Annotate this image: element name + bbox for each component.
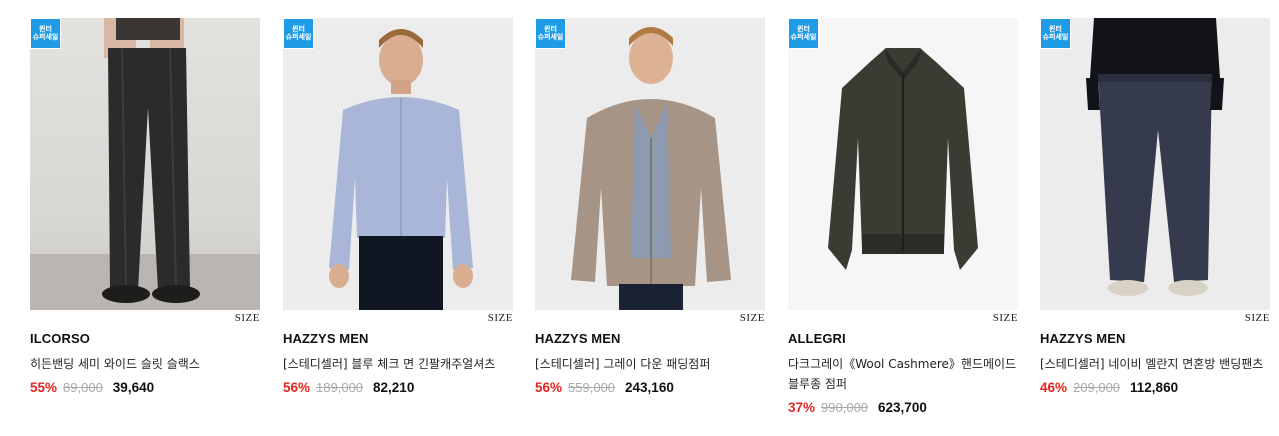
product-image[interactable]: 윈터 슈퍼세일 (30, 18, 260, 310)
price-row: 55% 89,000 39,640 (30, 380, 260, 395)
slacks-photo (30, 18, 260, 310)
product-grid: 윈터 슈퍼세일 SIZE ILCORSO 히든밴딩 세미 와이드 슬릿 슬랙스 5… (0, 0, 1279, 436)
product-image[interactable]: 윈터 슈퍼세일 (535, 18, 765, 310)
product-image[interactable]: 윈터 슈퍼세일 (283, 18, 513, 310)
brand-name[interactable]: HAZZYS MEN (535, 331, 765, 346)
winter-sale-badge: 윈터 슈퍼세일 (788, 18, 819, 49)
brand-name[interactable]: ALLEGRI (788, 331, 1018, 346)
product-card[interactable]: 윈터 슈퍼세일 SIZE ILCORSO 히든밴딩 세미 와이드 슬릿 슬랙스 5… (30, 18, 260, 395)
winter-sale-badge: 윈터 슈퍼세일 (535, 18, 566, 49)
size-link[interactable]: SIZE (788, 312, 1018, 326)
price-row: 56% 189,000 82,210 (283, 380, 513, 395)
original-price: 209,000 (1073, 380, 1121, 395)
product-card[interactable]: 윈터 슈퍼세일 SIZE HAZZYS MEN [스테디셀러] 네이비 멜란지 면… (1040, 18, 1270, 395)
brand-name[interactable]: HAZZYS MEN (1040, 331, 1270, 346)
discount-rate: 56% (535, 380, 563, 395)
size-link[interactable]: SIZE (1040, 312, 1270, 326)
product-card[interactable]: 윈터 슈퍼세일 SIZE HAZZYS MEN [스테디셀러] 그레이 다운 패딩… (535, 18, 765, 395)
product-card[interactable]: 윈터 슈퍼세일 SIZE ALLEGRI 다크그레이《Wool Cashmere》… (788, 18, 1018, 415)
brand-name[interactable]: ILCORSO (30, 331, 260, 346)
product-image[interactable]: 윈터 슈퍼세일 (788, 18, 1018, 310)
shirt-photo (329, 29, 473, 310)
discount-rate: 55% (30, 380, 58, 395)
price-row: 56% 559,000 243,160 (535, 380, 765, 395)
sale-price: 243,160 (625, 380, 674, 395)
product-name[interactable]: 히든밴딩 세미 와이드 슬릿 슬랙스 (30, 354, 260, 374)
sale-price: 112,860 (1130, 380, 1179, 395)
price-row: 37% 990,000 623,700 (788, 400, 1018, 415)
size-link[interactable]: SIZE (283, 312, 513, 326)
product-name[interactable]: [스테디셀러] 네이비 멜란지 면혼방 밴딩팬츠 (1040, 354, 1270, 374)
discount-rate: 56% (283, 380, 311, 395)
winter-sale-badge: 윈터 슈퍼세일 (283, 18, 314, 49)
product-name[interactable]: [스테디셀러] 그레이 다운 패딩점퍼 (535, 354, 765, 374)
original-price: 189,000 (316, 380, 364, 395)
original-price: 990,000 (821, 400, 869, 415)
discount-rate: 46% (1040, 380, 1068, 395)
original-price: 89,000 (63, 380, 103, 395)
blouson-photo (828, 48, 978, 270)
original-price: 559,000 (568, 380, 616, 395)
sale-price: 39,640 (112, 380, 155, 395)
banding-pants-photo (1086, 18, 1224, 296)
sale-price: 623,700 (878, 400, 927, 415)
winter-sale-badge: 윈터 슈퍼세일 (1040, 18, 1071, 49)
winter-sale-badge: 윈터 슈퍼세일 (30, 18, 61, 49)
product-name[interactable]: 다크그레이《Wool Cashmere》핸드메이드 블루종 점퍼 (788, 354, 1018, 394)
product-name[interactable]: [스테디셀러] 블루 체크 면 긴팔캐주얼셔츠 (283, 354, 513, 374)
product-card[interactable]: 윈터 슈퍼세일 SIZE HAZZYS MEN [스테디셀러] 블루 체크 면 긴… (283, 18, 513, 395)
size-link[interactable]: SIZE (535, 312, 765, 326)
product-image[interactable]: 윈터 슈퍼세일 (1040, 18, 1270, 310)
price-row: 46% 209,000 112,860 (1040, 380, 1270, 395)
size-link[interactable]: SIZE (30, 312, 260, 326)
padding-jacket-photo (571, 27, 731, 310)
discount-rate: 37% (788, 400, 816, 415)
brand-name[interactable]: HAZZYS MEN (283, 331, 513, 346)
sale-price: 82,210 (373, 380, 415, 395)
